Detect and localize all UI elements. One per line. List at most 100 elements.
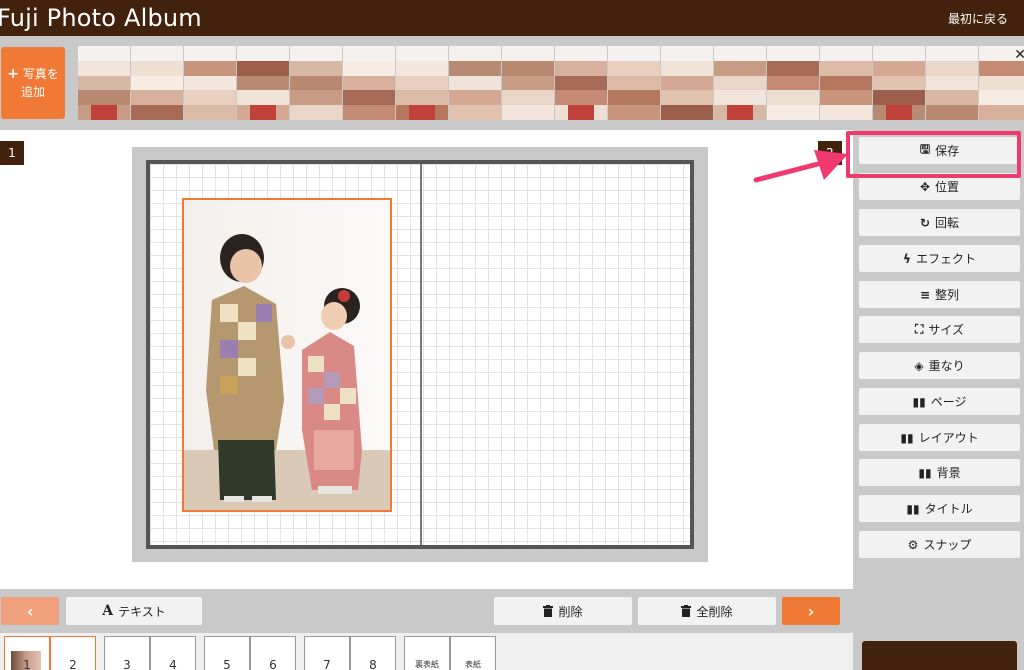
add-photo-button[interactable]: + 写真を 追加 [1, 47, 65, 119]
delete-all-label: 全削除 [696, 604, 733, 619]
tool-button-5[interactable]: ⛶ サイズ [859, 316, 1020, 343]
tool-button-10[interactable]: ▮▮ タイトル [859, 495, 1020, 522]
gear-icon: ⚙ [907, 537, 919, 552]
page-spread-thumbnail[interactable]: 34 [104, 636, 196, 670]
page-thumbnail-right[interactable]: 8 [350, 636, 396, 670]
trash-icon [681, 605, 692, 617]
tool-button-8[interactable]: ▮▮ レイアウト [859, 424, 1020, 451]
next-page-button[interactable]: › [782, 597, 840, 625]
page-spread-thumbnail[interactable]: 12 [4, 636, 96, 670]
tool-button-label: 回転 [935, 216, 960, 230]
page-spread-thumbnail[interactable]: 78 [304, 636, 396, 670]
expand-corners-icon: ⛶ [914, 322, 924, 336]
back-to-start-link[interactable]: 最初に戻る [948, 10, 1008, 27]
page-thumbnail-number: 3 [123, 658, 131, 670]
page-thumbnail-number: 5 [223, 658, 231, 670]
layers-icon: ◈ [914, 358, 924, 373]
tool-button-2[interactable]: ↻ 回転 [859, 209, 1020, 236]
page-thumbnail-number: 7 [323, 658, 331, 670]
app-header: Fuji Photo Album 最初に戻る [0, 0, 1024, 36]
page-thumbnail-left[interactable]: 5 [204, 636, 250, 670]
page-thumbnail-right[interactable]: 4 [150, 636, 196, 670]
app-title: Fuji Photo Album [0, 4, 202, 32]
photo-thumbnail[interactable] [555, 46, 607, 120]
prev-page-button[interactable]: ‹ [1, 597, 59, 625]
tool-button-label: 整列 [935, 288, 960, 302]
tool-button-label: 重なり [928, 359, 965, 373]
plus-icon: + [7, 66, 19, 82]
save-highlight-box [846, 131, 1021, 178]
add-text-button[interactable]: A テキスト [66, 597, 202, 625]
tool-button-9[interactable]: ▮▮ 背景 [859, 459, 1020, 486]
photo-strip: + 写真を 追加 ✕ [0, 36, 1024, 130]
photo-thumbnail[interactable] [714, 46, 766, 120]
trash-icon [543, 605, 554, 617]
photo-thumbnail[interactable] [926, 46, 978, 120]
page-thumbnail-number: 4 [169, 658, 177, 670]
photo-thumbnail[interactable] [608, 46, 660, 120]
tool-button-label: 位置 [935, 180, 960, 194]
page-spread-thumbnail[interactable]: 裏表紙 表紙 [404, 636, 496, 670]
page-thumbnail-right[interactable]: 6 [250, 636, 296, 670]
photo-thumbnail[interactable] [661, 46, 713, 120]
delete-label: 削除 [558, 604, 583, 619]
tool-button-label: タイトル [924, 502, 973, 516]
page-spread[interactable] [146, 160, 694, 549]
tool-button-11[interactable]: ⚙ スナップ [859, 531, 1020, 558]
open-book-icon: ▮▮ [900, 430, 914, 445]
photo-thumbnail[interactable] [396, 46, 448, 120]
page-number-left: 1 [0, 141, 24, 165]
tool-button-4[interactable]: ≡ 整列 [859, 281, 1020, 308]
arrow-pointer-icon [753, 150, 848, 183]
tool-button-3[interactable]: ϟ エフェクト [859, 245, 1020, 272]
tool-button-label: サイズ [928, 323, 965, 337]
page-thumbnail-number: 裏表紙 [415, 660, 439, 669]
page-thumbnail-number: 1 [23, 658, 31, 670]
page-spread-thumbnail[interactable]: 56 [204, 636, 296, 670]
open-book-icon: ▮▮ [906, 501, 920, 516]
close-icon[interactable]: ✕ [1014, 47, 1024, 63]
rotate-icon: ↻ [919, 215, 931, 230]
page-thumbnail-number: 8 [369, 658, 377, 670]
photo-thumbnail[interactable] [131, 46, 183, 120]
page-thumbnail-row: 1 2 3 4 5 6 7 8 裏表紙 表紙 [0, 633, 853, 670]
page-thumbnail-right[interactable]: 表紙 [450, 636, 496, 670]
add-text-label: テキスト [118, 604, 166, 619]
photo-thumbnail[interactable] [237, 46, 289, 120]
page-thumbnail-left[interactable]: 7 [304, 636, 350, 670]
page-thumbnail-left[interactable]: 裏表紙 [404, 636, 450, 670]
sidebar-footer-button[interactable] [862, 641, 1017, 670]
open-book-icon: ▮▮ [912, 394, 926, 409]
page-thumbnail-left[interactable]: 3 [104, 636, 150, 670]
lightning-bolt-icon: ϟ [903, 251, 911, 266]
add-photo-label-1: 写真を [22, 67, 59, 81]
page-thumbnail-number: 2 [69, 658, 77, 670]
photo-thumbnail[interactable] [820, 46, 872, 120]
photo-thumbnail[interactable] [502, 46, 554, 120]
tool-button-label: 背景 [936, 466, 961, 480]
move-arrows-icon: ✥ [919, 179, 931, 194]
page-thumbnail-right[interactable]: 2 [50, 636, 96, 670]
open-book-icon: ▮▮ [918, 465, 932, 480]
tool-button-label: スナップ [923, 538, 972, 552]
photo-thumbnail[interactable] [78, 46, 130, 120]
placed-photo[interactable] [182, 198, 392, 512]
page-thumbnail-number: 表紙 [465, 660, 481, 669]
page-thumbnail-left[interactable]: 1 [4, 636, 50, 670]
align-lines-icon: ≡ [919, 287, 931, 302]
photo-thumbnail[interactable] [873, 46, 925, 120]
photo-thumbnail[interactable] [343, 46, 395, 120]
photo-thumbnail[interactable] [184, 46, 236, 120]
photo-thumbnail[interactable] [449, 46, 501, 120]
page-thumbnail-number: 6 [269, 658, 277, 670]
photo-thumbnail[interactable] [290, 46, 342, 120]
bottom-toolbar: ‹ A テキスト 削除 全削除 › [0, 589, 853, 633]
photo-thumbnail-list [78, 46, 1024, 120]
photo-thumbnail[interactable] [767, 46, 819, 120]
tool-button-6[interactable]: ◈ 重なり [859, 352, 1020, 379]
delete-all-button[interactable]: 全削除 [638, 597, 776, 625]
delete-button[interactable]: 削除 [494, 597, 632, 625]
tool-button-7[interactable]: ▮▮ ページ [859, 388, 1020, 415]
tool-button-label: ページ [930, 395, 967, 409]
tool-button-label: レイアウト [918, 431, 979, 445]
